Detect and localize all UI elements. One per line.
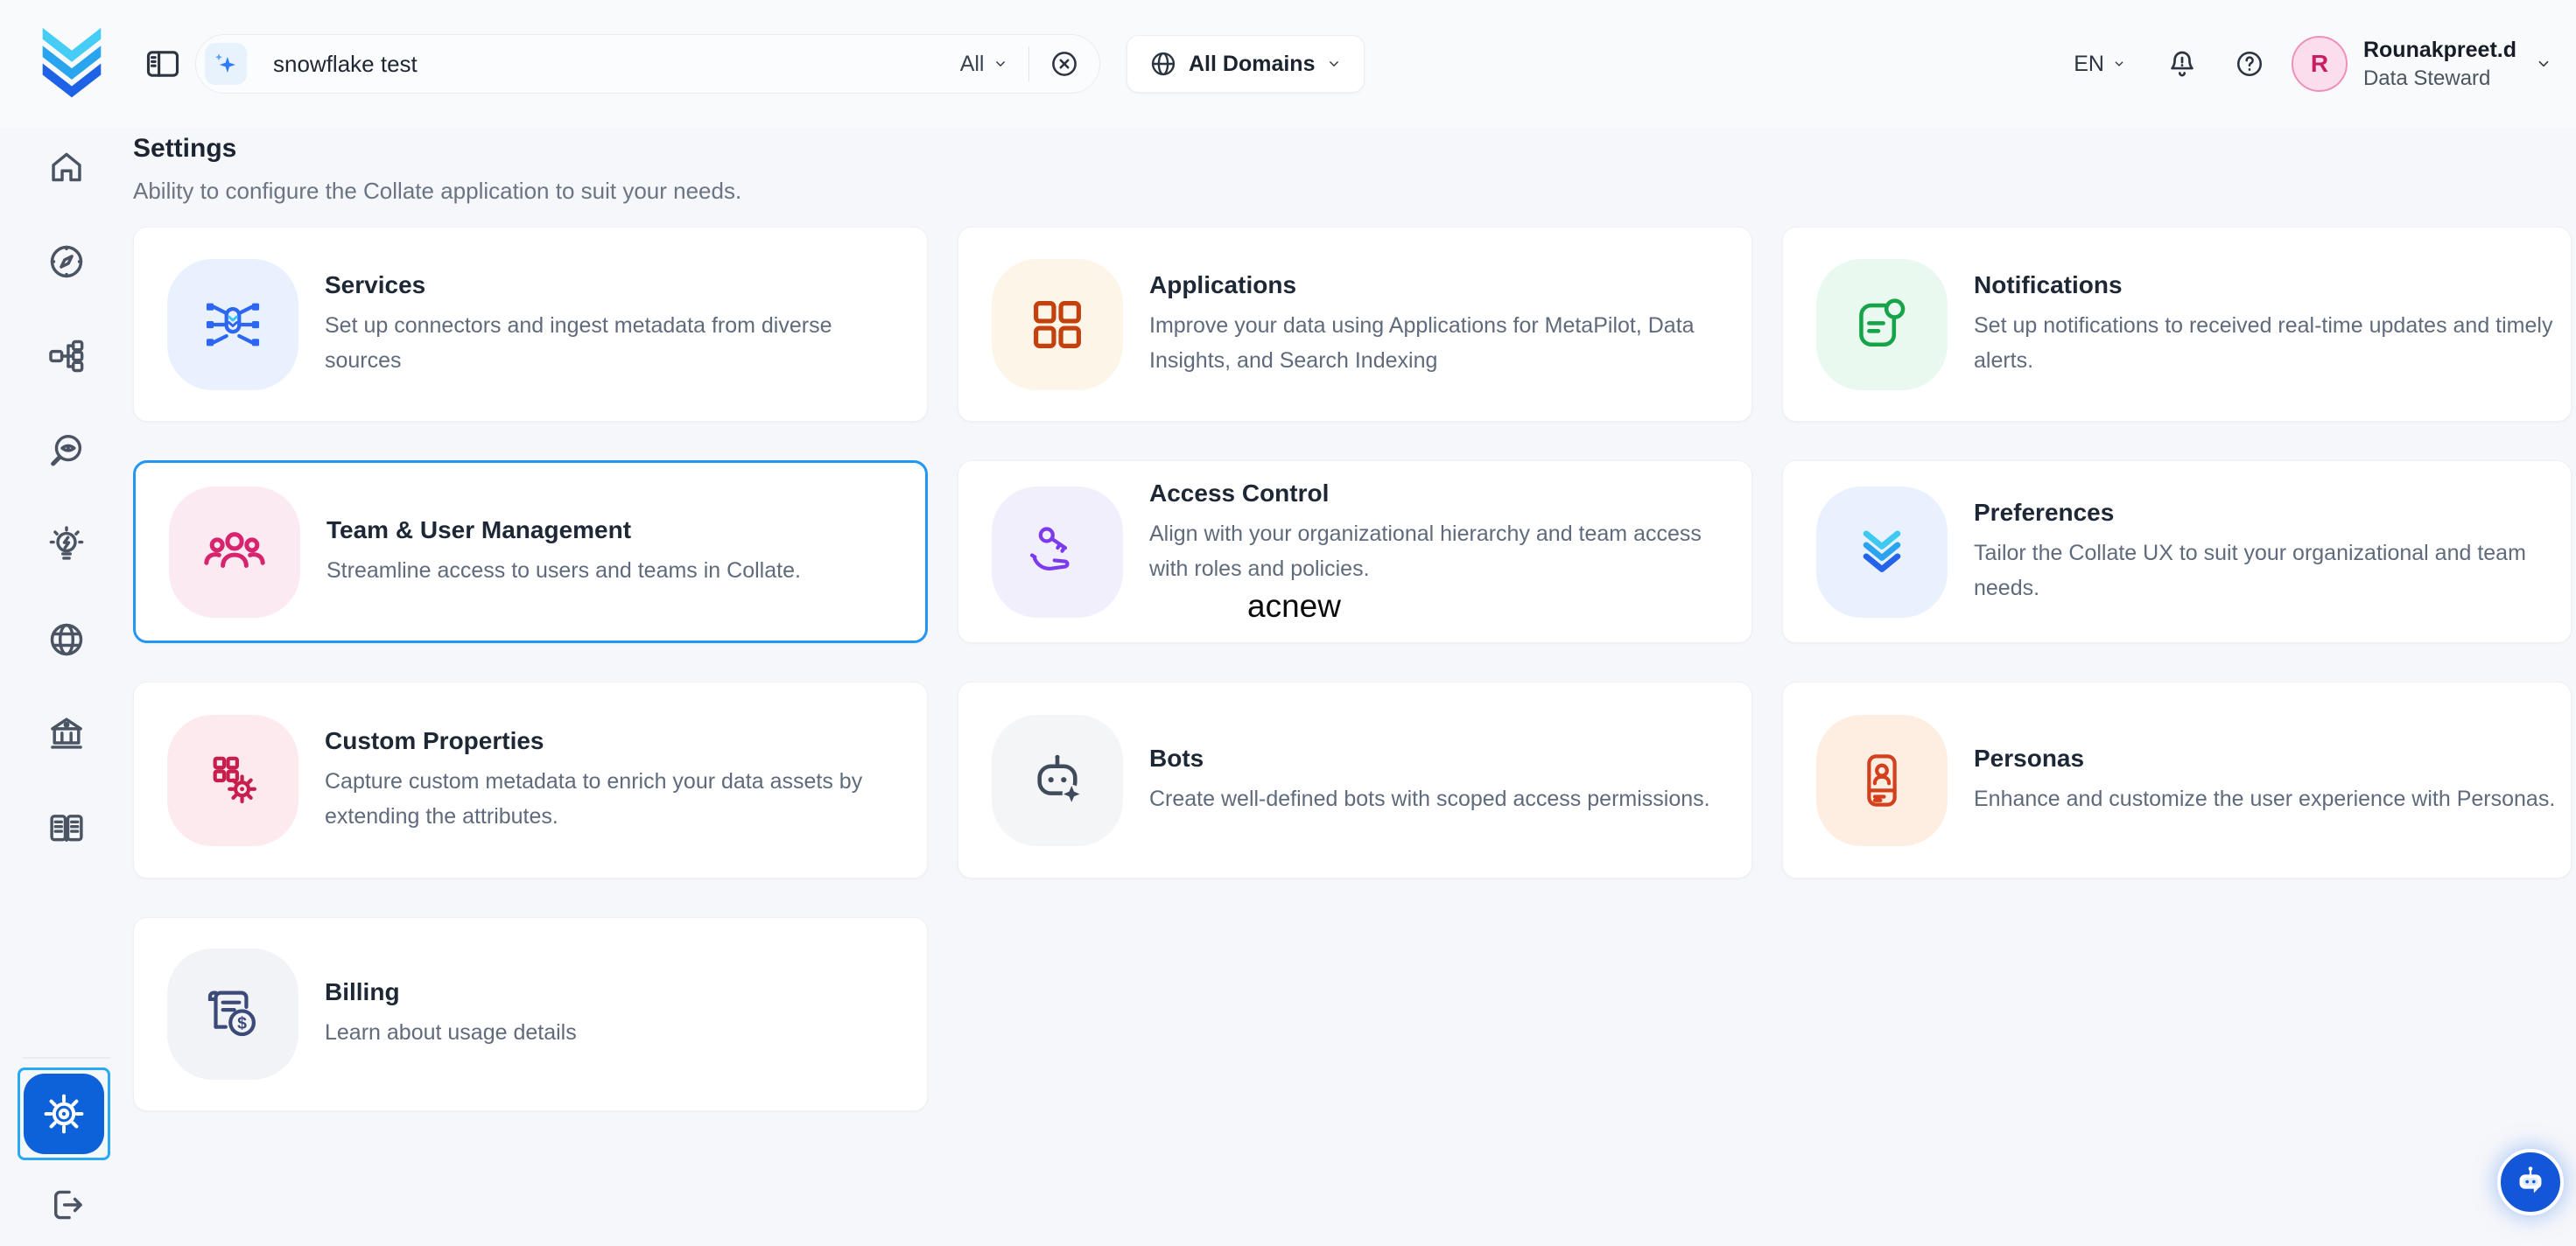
compass-explore-icon — [46, 242, 87, 282]
sidebar-item-settings-active[interactable] — [24, 1074, 104, 1154]
card-title: Team & User Management — [326, 516, 801, 544]
card-bots[interactable]: Bots Create well-defined bots with scope… — [958, 682, 1752, 878]
gear-icon — [43, 1093, 85, 1135]
card-description: Tailor the Collate UX to suit your organ… — [1974, 536, 2558, 606]
sidebar-divider — [23, 1057, 110, 1059]
card-description: Improve your data using Applications for… — [1149, 308, 1739, 378]
collate-logo-icon[interactable] — [39, 29, 104, 99]
chevron-down-icon — [2111, 56, 2127, 72]
sidebar-item-home[interactable] — [46, 147, 87, 187]
card-notifications[interactable]: Notifications Set up notifications to re… — [1782, 227, 2572, 422]
avatar: R — [2292, 36, 2348, 92]
user-role: Data Steward — [2363, 66, 2516, 91]
card-title: Custom Properties — [325, 727, 915, 755]
sidebar-toggle-icon[interactable] — [143, 44, 183, 84]
card-title: Billing — [325, 978, 577, 1006]
page-title: Settings — [133, 131, 2576, 166]
sidebar-item-logout[interactable] — [46, 1185, 87, 1225]
ai-sparkle-icon — [205, 43, 247, 85]
properties-gear-icon — [167, 715, 298, 846]
card-description: Streamline access to users and teams in … — [326, 553, 801, 588]
main-content: Settings Ability to configure the Collat… — [133, 128, 2576, 1246]
sidebar-item-glossary[interactable] — [46, 808, 87, 849]
sidebar-item-insights[interactable] — [46, 525, 87, 565]
card-description: Set up notifications to received real-ti… — [1974, 308, 2558, 378]
card-preferences[interactable]: Preferences Tailor the Collate UX to sui… — [1782, 460, 2572, 643]
bank-governance-icon — [46, 714, 87, 754]
card-title: Applications — [1149, 271, 1739, 299]
sidebar-item-explore[interactable] — [46, 242, 87, 282]
notification-note-icon — [1816, 259, 1948, 390]
search-divider — [1028, 46, 1030, 81]
flow-connectors-icon — [46, 336, 87, 376]
search-scope-label: All — [960, 52, 985, 77]
card-custom-properties[interactable]: Custom Properties Capture custom metadat… — [133, 682, 928, 878]
card-description: Capture custom metadata to enrich your d… — [325, 764, 915, 834]
card-title: Bots — [1149, 745, 1710, 773]
settings-cards-grid: Services Set up connectors and ingest me… — [133, 227, 2572, 1111]
sidebar-item-governance[interactable] — [46, 714, 87, 754]
sidebar-item-connectors[interactable] — [46, 336, 87, 376]
card-team-user-management[interactable]: Team & User Management Streamline access… — [133, 460, 928, 643]
robot-chat-icon — [2510, 1162, 2551, 1202]
user-name: Rounakpreet.d — [2363, 38, 2516, 63]
user-menu[interactable]: R Rounakpreet.d Data Steward — [2292, 36, 2553, 92]
bot-face-icon — [992, 715, 1123, 846]
chevron-down-icon — [2534, 54, 2553, 74]
lightbulb-insights-icon — [46, 525, 87, 565]
help-icon[interactable] — [2234, 48, 2265, 80]
language-label: EN — [2074, 52, 2104, 77]
hand-key-icon — [992, 486, 1123, 618]
search-eye-icon — [46, 430, 87, 471]
sidebar-item-observability[interactable] — [46, 430, 87, 471]
card-billing[interactable]: $ Billing Learn about usage details — [133, 917, 928, 1111]
card-title: Personas — [1974, 745, 2555, 773]
chevron-down-icon — [1325, 55, 1343, 73]
domains-label: All Domains — [1189, 52, 1315, 77]
svg-text:$: $ — [237, 1014, 247, 1033]
search-clear-icon[interactable] — [1049, 48, 1080, 80]
domains-dropdown[interactable]: All Domains — [1127, 35, 1365, 93]
global-search[interactable]: All — [195, 34, 1100, 94]
card-description: Align with your organizational hierarchy… — [1149, 516, 1739, 586]
globe-domains-icon — [46, 620, 87, 660]
app-grid-icon — [992, 259, 1123, 390]
topbar: All All Domains EN — [0, 0, 2576, 128]
page-subtitle: Ability to configure the Collate applica… — [133, 175, 2576, 206]
team-users-icon — [169, 486, 300, 618]
persona-card-icon — [1816, 715, 1948, 846]
logout-icon — [46, 1185, 87, 1225]
services-hub-icon — [167, 259, 298, 390]
globe-icon — [1148, 49, 1178, 79]
settings-highlight-box — [18, 1068, 110, 1160]
app-root: All All Domains EN — [0, 0, 2576, 1246]
card-title: Access Control — [1149, 480, 1739, 508]
card-access-control[interactable]: Access Control Align with your organizat… — [958, 460, 1752, 643]
card-services[interactable]: Services Set up connectors and ingest me… — [133, 227, 928, 422]
language-dropdown[interactable]: EN — [2074, 52, 2127, 77]
sidebar — [0, 128, 133, 1246]
book-glossary-icon — [46, 808, 87, 849]
sidebar-item-domains[interactable] — [46, 620, 87, 660]
card-description: Enhance and customize the user experienc… — [1974, 781, 2555, 816]
card-description: Learn about usage details — [325, 1015, 577, 1050]
chatbot-button[interactable] — [2497, 1149, 2564, 1215]
search-scope-dropdown[interactable]: All — [960, 52, 1009, 77]
search-input[interactable] — [273, 51, 960, 78]
card-title: Preferences — [1974, 499, 2558, 527]
card-personas[interactable]: Personas Enhance and customize the user … — [1782, 682, 2572, 878]
card-description: Set up connectors and ingest metadata fr… — [325, 308, 850, 378]
card-description: Create well-defined bots with scoped acc… — [1149, 781, 1710, 816]
billing-receipt-icon: $ — [167, 948, 298, 1080]
collate-layers-icon — [1816, 486, 1948, 618]
card-applications[interactable]: Applications Improve your data using App… — [958, 227, 1752, 422]
card-title: Services — [325, 271, 850, 299]
home-icon — [46, 147, 87, 187]
notification-bell-icon[interactable] — [2165, 47, 2199, 80]
topbar-right: EN R Rounakpreet.d Data Steward — [2074, 36, 2553, 92]
card-extra-text: acnew — [1247, 588, 1739, 625]
card-title: Notifications — [1974, 271, 2558, 299]
